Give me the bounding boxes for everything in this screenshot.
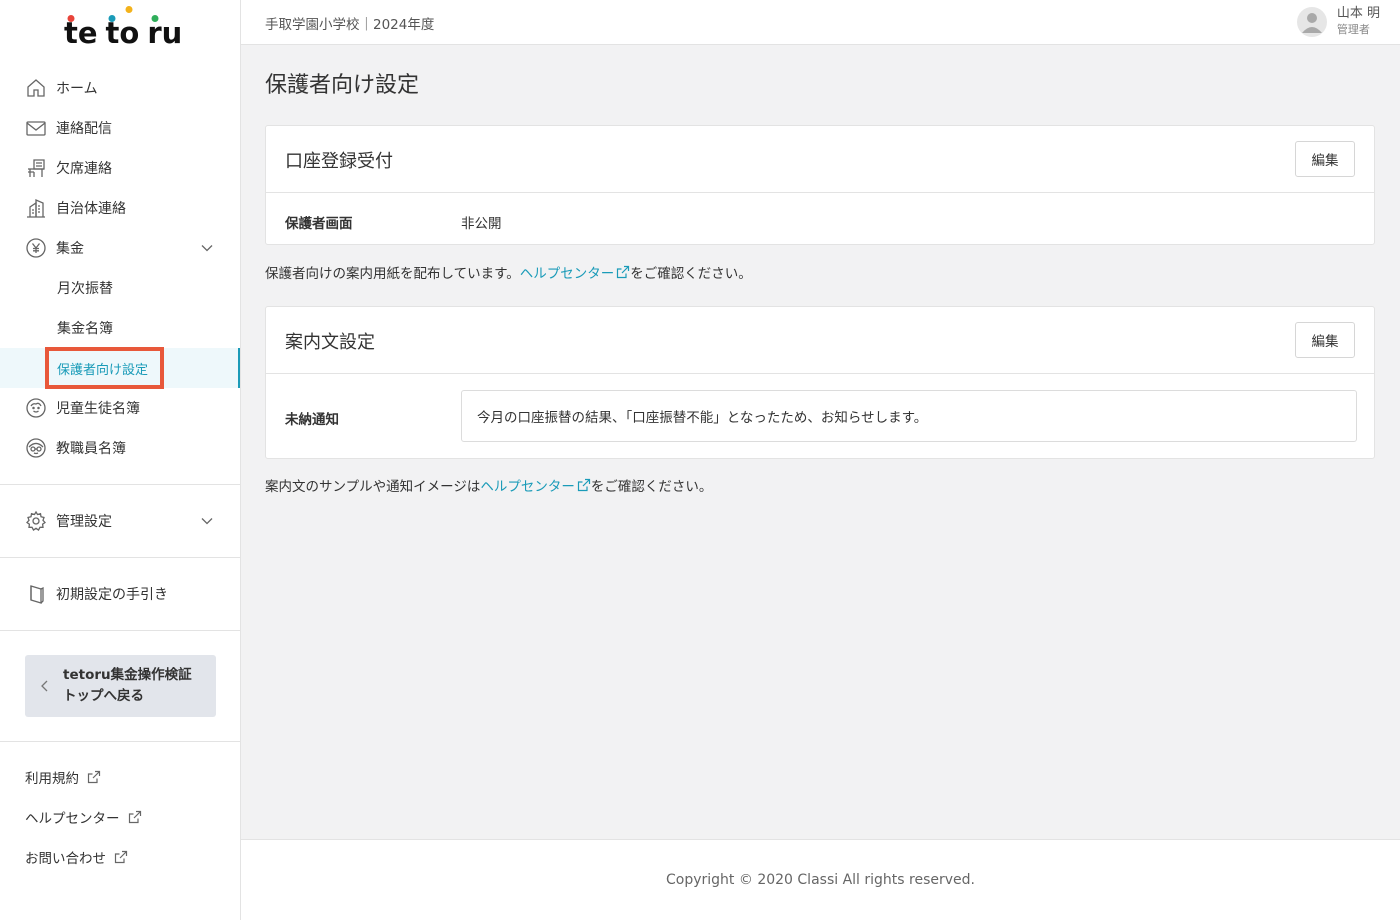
tetoru-logo[interactable]: tetoru [64, 6, 183, 50]
external-link-icon [128, 810, 142, 824]
user-name: 山本 明 [1336, 6, 1380, 21]
notice-text-card: 案内文設定 編集 未納通知 今月の口座振替の結果、「口座振替不能」となったため、… [265, 306, 1375, 459]
logo-letter-r: r [147, 15, 162, 50]
sidebar-item-label: 連絡配信 [56, 121, 112, 137]
help-link-label: ヘルプセンター [480, 479, 575, 495]
page-title: 保護者向け設定 [265, 73, 420, 98]
mail-icon [25, 117, 47, 139]
external-link-icon [616, 265, 630, 279]
sidebar-item-label: 管理設定 [56, 514, 112, 530]
divider [0, 557, 240, 558]
terms-link[interactable]: 利用規約 [25, 767, 101, 787]
sidebar-item-label: ホーム [56, 81, 98, 97]
sidebar-subitem-label: 集金名簿 [57, 321, 113, 337]
chevron-down-icon[interactable] [200, 514, 214, 528]
back-to-top-button[interactable]: tetoru集金操作検証 トップへ戻る [25, 655, 216, 717]
card-title: 案内文設定 [285, 332, 375, 353]
user-menu[interactable]: 山本 明 管理者 [1296, 5, 1380, 38]
external-link-icon [577, 478, 591, 492]
card-header: 案内文設定 編集 [266, 307, 1374, 374]
guardian-screen-value: 非公開 [461, 216, 502, 232]
sidebar-item-label: 集金 [56, 241, 84, 257]
unpaid-notice-text: 今月の口座振替の結果、「口座振替不能」となったため、お知らせします。 [461, 390, 1357, 442]
guardian-screen-label: 保護者画面 [285, 216, 353, 232]
help-link-label: ヘルプセンター [519, 266, 615, 282]
help-center-link[interactable]: ヘルプセンター [480, 475, 591, 495]
edit-button[interactable]: 編集 [1295, 141, 1355, 177]
gear-icon [25, 510, 47, 532]
sidebar-subitem-guardian-settings[interactable]: 保護者向け設定 [0, 347, 240, 389]
external-link-icon [87, 770, 101, 784]
logo-letter-o: o [119, 6, 139, 50]
unpaid-notice-label: 未納通知 [285, 412, 339, 428]
divider [0, 630, 240, 631]
sidebar-subitem-monthly-transfer[interactable]: 月次振替 [0, 268, 240, 308]
book-icon [25, 583, 47, 605]
note-text: 保護者向けの案内用紙を配布しています。 [265, 266, 520, 282]
divider [0, 484, 240, 485]
chevron-left-icon [39, 679, 51, 693]
logo-letter-e: e [77, 16, 98, 50]
sidebar-item-admin-settings[interactable]: 管理設定 [0, 501, 240, 541]
logo-letter-t2: t [105, 15, 120, 50]
sidebar-item-collection[interactable]: 集金 [0, 228, 240, 268]
note-text: をご確認ください。 [590, 479, 713, 495]
school-name: 手取学園小学校｜2024年度 [265, 17, 435, 33]
help-center-link[interactable]: ヘルプセンター [520, 262, 631, 282]
edit-button[interactable]: 編集 [1295, 322, 1355, 358]
divider [0, 741, 240, 742]
yen-icon [25, 237, 47, 259]
card-header: 口座登録受付 編集 [266, 126, 1374, 193]
card-title: 口座登録受付 [285, 151, 393, 172]
copyright-text: Copyright © 2020 Classi All rights reser… [666, 872, 975, 888]
page-footer: Copyright © 2020 Classi All rights reser… [241, 839, 1400, 920]
help-center-link-label: ヘルプセンター [25, 811, 120, 827]
note-text: をご確認ください。 [630, 266, 752, 282]
main-nav: ホーム 連絡配信 欠席連絡 自治体連絡 集金 月次振替 集金名簿 保護者向け設定… [0, 68, 240, 468]
avatar [1296, 6, 1327, 37]
teacher-icon [25, 437, 47, 459]
sidebar-item-label: 教職員名簿 [56, 441, 126, 457]
sidebar-item-home[interactable]: ホーム [0, 68, 240, 108]
sidebar-subitem-label: 保護者向け設定 [57, 362, 149, 378]
sidebar-item-label: 初期設定の手引き [56, 587, 168, 603]
external-link-icon [114, 850, 128, 864]
sidebar-subitem-label: 月次振替 [57, 281, 113, 297]
user-role: 管理者 [1336, 23, 1370, 36]
sidebar-item-student-roster[interactable]: 児童生徒名簿 [0, 388, 240, 428]
building-icon [25, 197, 47, 219]
sidebar-item-setup-guide[interactable]: 初期設定の手引き [0, 574, 240, 614]
account-registration-card: 口座登録受付 編集 保護者画面 非公開 [265, 125, 1375, 245]
student-icon [25, 397, 47, 419]
sidebar: tetoru ホーム 連絡配信 欠席連絡 自治体連絡 集金 月次振替 集金名簿 … [0, 0, 241, 920]
notice-help-note: 案内文のサンプルや通知イメージは ヘルプセンター をご確認ください。 [265, 475, 712, 495]
chevron-down-icon[interactable] [200, 241, 214, 255]
logo-letter-t1: t [64, 15, 78, 50]
note-text: 案内文のサンプルや通知イメージは [265, 479, 481, 495]
terms-link-label: 利用規約 [25, 771, 79, 787]
sidebar-item-label: 児童生徒名簿 [56, 401, 140, 417]
sidebar-item-municipal[interactable]: 自治体連絡 [0, 188, 240, 228]
home-icon [25, 77, 47, 99]
sidebar-item-staff-roster[interactable]: 教職員名簿 [0, 428, 240, 468]
help-center-link[interactable]: ヘルプセンター [25, 807, 142, 827]
back-button-line1: tetoru集金操作検証 [63, 667, 192, 683]
sidebar-item-messages[interactable]: 連絡配信 [0, 108, 240, 148]
sidebar-item-absence[interactable]: 欠席連絡 [0, 148, 240, 188]
contact-link-label: お問い合わせ [25, 851, 106, 867]
logo-letter-u: u [161, 16, 183, 50]
top-header: 手取学園小学校｜2024年度 山本 明 管理者 [241, 0, 1400, 45]
account-help-note: 保護者向けの案内用紙を配布しています。 ヘルプセンター をご確認ください。 [265, 262, 752, 282]
sidebar-item-label: 欠席連絡 [56, 161, 112, 177]
sidebar-subitem-collection-roster[interactable]: 集金名簿 [0, 308, 240, 348]
chair-icon [25, 157, 47, 179]
back-button-line2: トップへ戻る [63, 688, 144, 704]
sidebar-item-label: 自治体連絡 [56, 201, 126, 217]
contact-link[interactable]: お問い合わせ [25, 847, 128, 867]
